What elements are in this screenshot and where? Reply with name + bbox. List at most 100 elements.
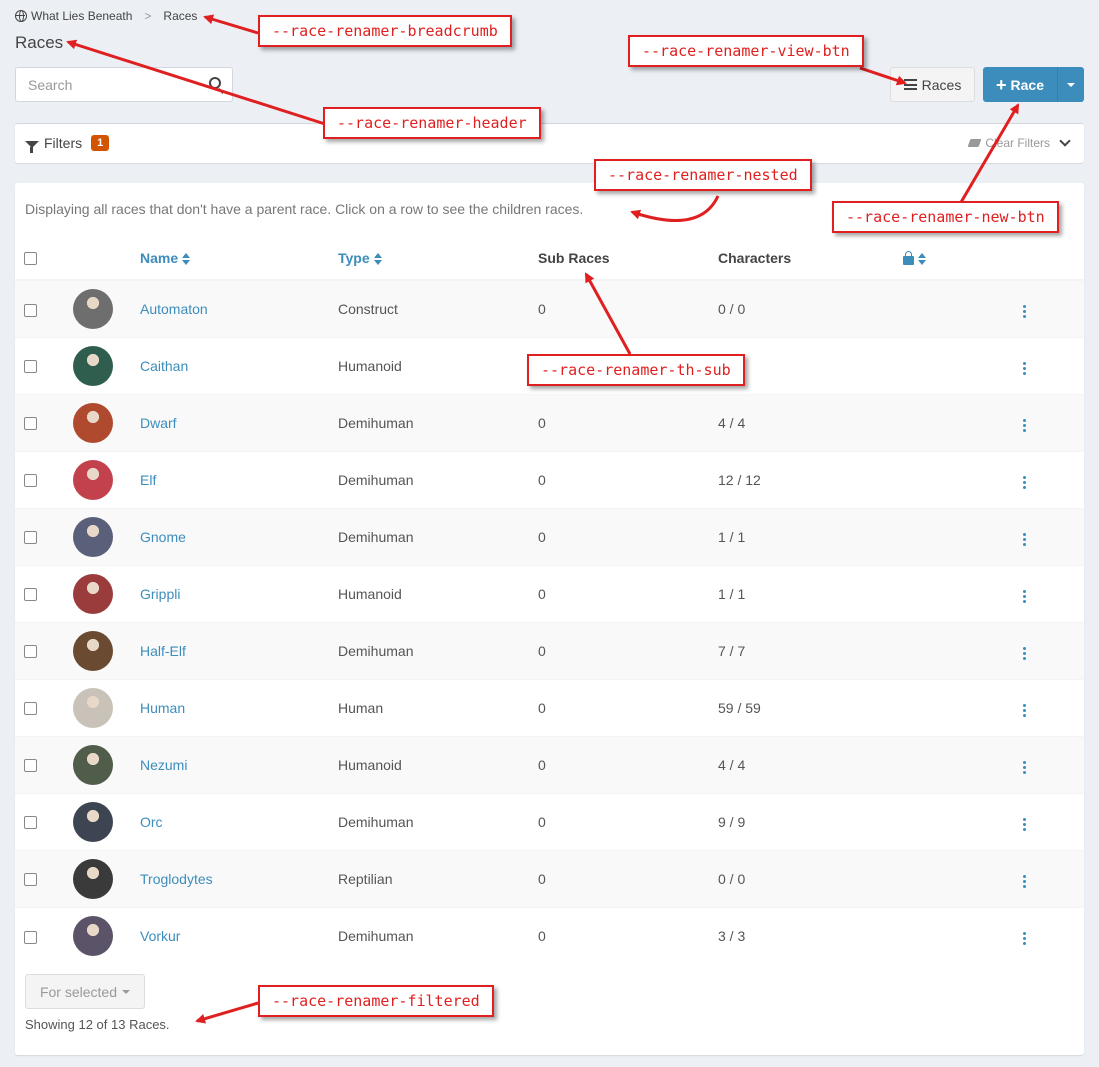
row-actions-icon[interactable] xyxy=(1019,643,1030,664)
race-type: Demihuman xyxy=(338,792,538,850)
row-checkbox[interactable] xyxy=(24,360,37,374)
race-name-link[interactable]: Human xyxy=(140,700,185,716)
annotation-view-btn: --race-renamer-view-btn xyxy=(628,35,864,67)
race-characters: 4 / 4 xyxy=(718,393,903,451)
race-name-link[interactable]: Troglodytes xyxy=(140,871,213,887)
lock-icon xyxy=(903,251,914,266)
races-list-box: Displaying all races that don't have a p… xyxy=(15,183,1084,1055)
race-avatar[interactable] xyxy=(73,858,113,899)
race-avatar[interactable] xyxy=(73,915,113,956)
page-title: Races xyxy=(15,33,64,52)
race-private xyxy=(903,507,1013,565)
row-actions-icon[interactable] xyxy=(1019,301,1030,322)
race-avatar[interactable] xyxy=(73,288,113,329)
row-checkbox[interactable] xyxy=(24,873,37,887)
race-avatar[interactable] xyxy=(73,459,113,500)
race-characters: 7 / 7 xyxy=(718,621,903,679)
filters-toggle[interactable]: Filters 1 xyxy=(25,135,110,153)
table-row[interactable]: Human Human 0 59 / 59 xyxy=(15,678,1084,736)
for-selected-button[interactable]: For selected xyxy=(25,974,145,1009)
race-avatar[interactable] xyxy=(73,402,113,443)
view-races-button[interactable]: Races xyxy=(890,67,975,102)
breadcrumb-world-link[interactable]: What Lies Beneath xyxy=(31,9,132,23)
race-name-link[interactable]: Dwarf xyxy=(140,415,177,431)
select-all-checkbox[interactable] xyxy=(24,252,37,266)
chevron-down-icon[interactable] xyxy=(1059,135,1071,147)
table-row[interactable]: Troglodytes Reptilian 0 0 / 0 xyxy=(15,849,1084,907)
table-row[interactable]: Elf Demihuman 0 12 / 12 xyxy=(15,450,1084,508)
race-name-link[interactable]: Grippli xyxy=(140,586,180,602)
table-row[interactable]: Half-Elf Demihuman 0 7 / 7 xyxy=(15,621,1084,679)
annotation-header: --race-renamer-header xyxy=(323,107,541,139)
race-avatar[interactable] xyxy=(73,801,113,842)
race-name-link[interactable]: Nezumi xyxy=(140,757,187,773)
race-name-link[interactable]: Orc xyxy=(140,814,163,830)
row-actions-icon[interactable] xyxy=(1019,415,1030,436)
search-icon[interactable] xyxy=(209,77,221,89)
row-checkbox[interactable] xyxy=(24,417,37,431)
row-actions-icon[interactable] xyxy=(1019,814,1030,835)
race-avatar[interactable] xyxy=(73,345,113,386)
table-row[interactable]: Gnome Demihuman 0 1 / 1 xyxy=(15,507,1084,565)
new-race-button[interactable]: + Race xyxy=(983,67,1058,102)
th-name[interactable]: Name xyxy=(140,236,338,281)
row-actions-icon[interactable] xyxy=(1019,529,1030,550)
races-table: Name Type Sub Races Characters Automaton… xyxy=(15,236,1084,964)
race-avatar[interactable] xyxy=(73,573,113,614)
table-row[interactable]: Grippli Humanoid 0 1 / 1 xyxy=(15,564,1084,622)
breadcrumb-current[interactable]: Races xyxy=(163,9,197,23)
row-checkbox[interactable] xyxy=(24,645,37,659)
race-private xyxy=(903,336,1013,394)
table-row[interactable]: Orc Demihuman 0 9 / 9 xyxy=(15,792,1084,850)
table-row[interactable]: Nezumi Humanoid 0 4 / 4 xyxy=(15,735,1084,793)
row-checkbox[interactable] xyxy=(24,816,37,830)
clear-filters[interactable]: Clear Filters xyxy=(967,135,1072,150)
race-avatar[interactable] xyxy=(73,630,113,671)
race-name-link[interactable]: Half-Elf xyxy=(140,643,186,659)
sort-icon xyxy=(373,252,382,265)
row-actions-icon[interactable] xyxy=(1019,700,1030,721)
search-input[interactable] xyxy=(16,68,232,101)
table-row[interactable]: Vorkur Demihuman 0 3 / 3 xyxy=(15,906,1084,964)
th-private[interactable] xyxy=(903,236,1013,281)
race-private xyxy=(903,393,1013,451)
race-avatar[interactable] xyxy=(73,687,113,728)
row-checkbox[interactable] xyxy=(24,702,37,716)
race-name-link[interactable]: Caithan xyxy=(140,358,188,374)
table-row[interactable]: Automaton Construct 0 0 / 0 xyxy=(15,279,1084,337)
race-avatar[interactable] xyxy=(73,744,113,785)
race-characters: 59 / 59 xyxy=(718,678,903,736)
race-name-link[interactable]: Automaton xyxy=(140,301,208,317)
row-checkbox[interactable] xyxy=(24,303,37,317)
row-checkbox[interactable] xyxy=(24,588,37,602)
row-actions-icon[interactable] xyxy=(1019,871,1030,892)
row-checkbox[interactable] xyxy=(24,759,37,773)
table-header-row: Name Type Sub Races Characters xyxy=(15,236,1084,281)
row-actions-icon[interactable] xyxy=(1019,472,1030,493)
row-checkbox[interactable] xyxy=(24,531,37,545)
race-characters: 4 / 4 xyxy=(718,735,903,793)
race-avatar[interactable] xyxy=(73,516,113,557)
race-private xyxy=(903,450,1013,508)
race-sub-races: 0 xyxy=(538,906,718,964)
row-actions-icon[interactable] xyxy=(1019,757,1030,778)
race-characters: 3 / 3 xyxy=(718,906,903,964)
row-checkbox[interactable] xyxy=(24,930,37,944)
row-checkbox[interactable] xyxy=(24,474,37,488)
race-type: Construct xyxy=(338,279,538,337)
search-box xyxy=(15,67,233,102)
avatar-header xyxy=(73,236,140,281)
th-type-label: Type xyxy=(338,249,370,266)
race-private xyxy=(903,906,1013,964)
row-actions-icon[interactable] xyxy=(1019,928,1030,949)
row-actions-icon[interactable] xyxy=(1019,586,1030,607)
race-private xyxy=(903,279,1013,337)
new-race-dropdown-toggle[interactable] xyxy=(1058,67,1084,102)
table-row[interactable]: Dwarf Demihuman 0 4 / 4 xyxy=(15,393,1084,451)
race-name-link[interactable]: Gnome xyxy=(140,529,186,545)
row-actions-icon[interactable] xyxy=(1019,358,1030,379)
race-sub-races: 0 xyxy=(538,792,718,850)
race-name-link[interactable]: Elf xyxy=(140,472,156,488)
race-name-link[interactable]: Vorkur xyxy=(140,928,180,944)
th-type[interactable]: Type xyxy=(338,236,538,281)
